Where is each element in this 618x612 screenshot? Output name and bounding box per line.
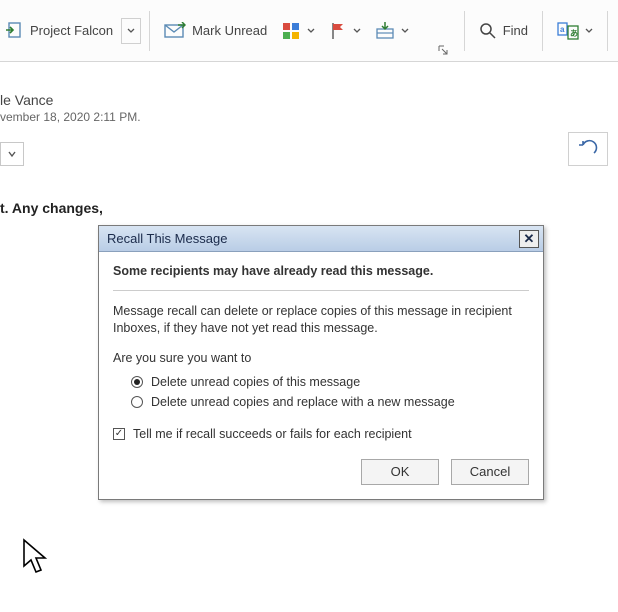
separator	[607, 11, 608, 51]
chevron-down-icon	[353, 27, 361, 35]
checkbox-checked-icon: ✓	[113, 428, 125, 440]
find-label: Find	[503, 23, 528, 38]
dialog-title: Recall This Message	[107, 231, 227, 246]
flag-icon	[329, 21, 347, 41]
undo-icon	[577, 139, 599, 160]
chevron-down-icon	[585, 27, 593, 35]
dialog-launcher-icon[interactable]	[436, 43, 450, 57]
project-dropdown[interactable]	[121, 18, 141, 44]
dialog-prompt-text: Are you sure you want to	[113, 351, 529, 365]
translate-button[interactable]: a あ	[551, 11, 599, 51]
radio-unselected-icon	[131, 396, 143, 408]
follow-up-button[interactable]	[323, 11, 367, 51]
page-arrow-icon	[4, 21, 24, 41]
close-icon: ✕	[524, 232, 535, 245]
envelope-icon	[164, 22, 186, 40]
mouse-cursor-icon	[22, 538, 50, 576]
dialog-close-button[interactable]: ✕	[519, 230, 539, 248]
separator	[464, 11, 465, 51]
categories-icon	[281, 21, 301, 41]
expand-header-button[interactable]	[0, 142, 24, 166]
project-label: Project Falcon	[30, 23, 113, 38]
message-header-area: le Vance vember 18, 2020 2:11 PM. t. Any…	[0, 92, 618, 216]
separator	[149, 11, 150, 51]
recall-message-dialog: Recall This Message ✕ Some recipients ma…	[98, 225, 544, 500]
ok-button[interactable]: OK	[361, 459, 439, 485]
checkbox-tell-label: Tell me if recall succeeds or fails for …	[133, 427, 412, 441]
ribbon-toolbar: Project Falcon Mark Unread	[0, 0, 618, 62]
move-tray-icon	[375, 21, 395, 41]
from-name-fragment: le Vance	[0, 92, 618, 108]
svg-text:あ: あ	[570, 29, 578, 38]
project-button[interactable]: Project Falcon	[4, 11, 119, 51]
chevron-down-icon	[401, 27, 409, 35]
dialog-body: Some recipients may have already read th…	[99, 252, 543, 499]
cancel-label: Cancel	[470, 464, 510, 479]
translate-icon: a あ	[557, 21, 579, 41]
separator	[542, 11, 543, 51]
divider	[113, 290, 529, 291]
dialog-explanation-text: Message recall can delete or replace cop…	[113, 303, 529, 337]
chevron-down-icon	[307, 27, 315, 35]
dialog-button-row: OK Cancel	[113, 459, 529, 485]
mark-unread-button[interactable]: Mark Unread	[158, 11, 273, 51]
find-button[interactable]: Find	[473, 11, 534, 51]
message-body-fragment: t. Any changes,	[0, 200, 618, 216]
undo-button[interactable]	[568, 132, 608, 166]
dialog-titlebar[interactable]: Recall This Message ✕	[99, 226, 543, 252]
mark-unread-label: Mark Unread	[192, 23, 267, 38]
svg-text:a: a	[560, 25, 565, 34]
sent-date-fragment: vember 18, 2020 2:11 PM.	[0, 110, 618, 124]
categorize-button[interactable]	[275, 11, 321, 51]
option-delete-unread[interactable]: Delete unread copies of this message	[131, 375, 529, 389]
checkbox-tell-me[interactable]: ✓ Tell me if recall succeeds or fails fo…	[113, 427, 529, 441]
option-replace-label: Delete unread copies and replace with a …	[151, 395, 455, 409]
option-delete-label: Delete unread copies of this message	[151, 375, 360, 389]
dialog-warning-text: Some recipients may have already read th…	[113, 264, 529, 278]
search-icon	[479, 22, 497, 40]
cancel-button[interactable]: Cancel	[451, 459, 529, 485]
chevron-down-icon	[7, 147, 17, 162]
ok-label: OK	[391, 464, 410, 479]
radio-selected-icon	[131, 376, 143, 388]
option-delete-replace[interactable]: Delete unread copies and replace with a …	[131, 395, 529, 409]
chevron-down-icon	[127, 27, 135, 35]
move-button[interactable]	[369, 11, 415, 51]
